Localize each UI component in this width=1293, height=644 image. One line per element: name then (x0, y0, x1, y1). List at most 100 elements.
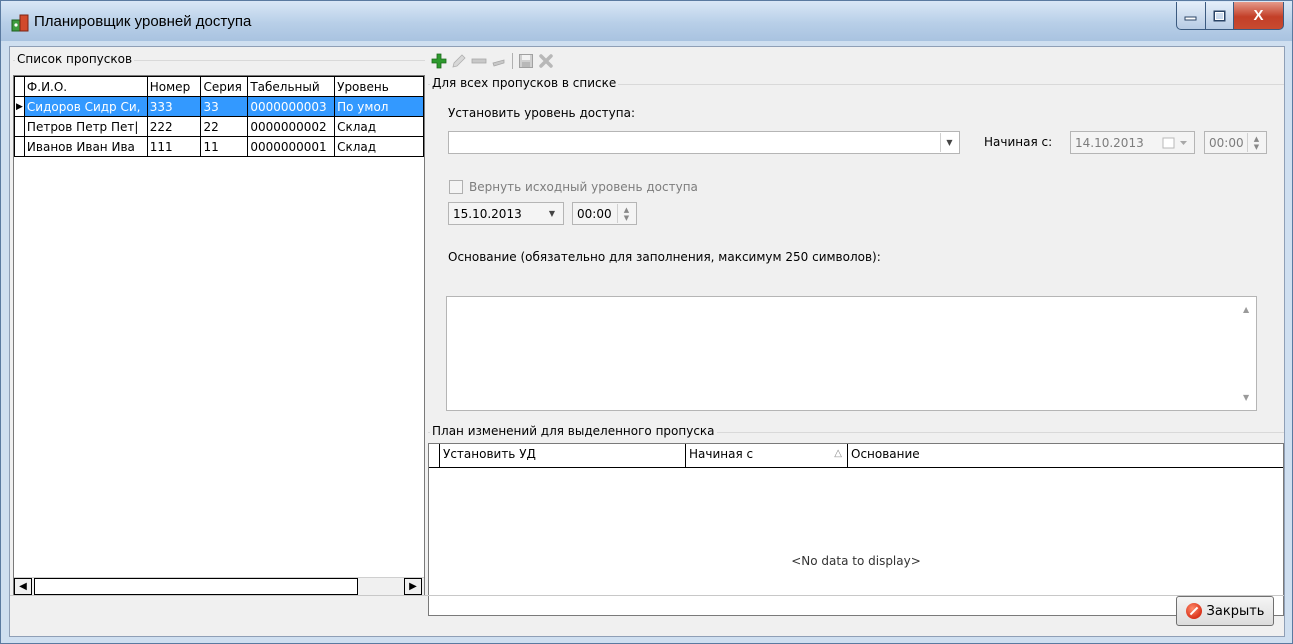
maximize-button[interactable] (1206, 2, 1234, 30)
all-passes-group: Для всех пропусков в списке Установить у… (428, 75, 1284, 625)
close-button[interactable]: Закрыть (1176, 596, 1274, 626)
plan-grid-header: Установить УД Начиная с △ Основание (429, 444, 1283, 468)
cell-series[interactable]: 22 (200, 116, 249, 137)
revert-time-value: 00:00 (577, 207, 612, 221)
close-button-label: Закрыть (1206, 603, 1265, 619)
table-row[interactable]: ▶ Сидоров Сидр Си, 333 33 0000000003 По … (14, 96, 424, 117)
cell-series[interactable]: 33 (200, 96, 249, 117)
column-header-level[interactable]: Уровень (334, 76, 424, 97)
column-header-reason[interactable]: Основание (848, 444, 1283, 467)
cancel-button[interactable] (536, 51, 556, 71)
pass-table-header: Ф.И.О. Номер Серия Табельный Уровень (14, 76, 424, 97)
reason-textarea[interactable]: ▲ ▼ (446, 296, 1257, 411)
minimize-button[interactable] (1176, 2, 1206, 30)
cell-series[interactable]: 11 (200, 136, 249, 157)
cell-number[interactable]: 333 (146, 96, 202, 117)
cell-fio[interactable]: Петров Петр Пет| (23, 116, 148, 137)
scroll-right-button[interactable]: ▶ (404, 578, 422, 595)
minimize-icon (1184, 16, 1197, 20)
plan-title: План изменений для выделенного пропуска (430, 424, 717, 438)
row-indicator-icon: ▶ (14, 96, 25, 117)
cell-number[interactable]: 111 (146, 136, 202, 157)
pencil-icon (452, 54, 466, 68)
eraser-icon (492, 59, 505, 67)
textarea-scrollbar[interactable]: ▲ ▼ (1239, 297, 1256, 410)
window-close-button[interactable]: X (1234, 2, 1284, 30)
title-bar[interactable]: Планировщик уровней доступа X (1, 1, 1292, 41)
all-passes-title: Для всех пропусков в списке (430, 76, 619, 90)
reason-label: Основание (обязательно для заполнения, м… (448, 250, 881, 264)
column-header-set-level[interactable]: Установить УД (440, 444, 686, 467)
close-circle-icon (1185, 603, 1202, 619)
cell-tab[interactable]: 0000000003 (247, 96, 336, 117)
start-time-value: 00:00 (1209, 136, 1244, 150)
clear-button[interactable] (489, 51, 509, 71)
revert-label: Вернуть исходный уровень доступа (469, 180, 698, 194)
set-level-label: Установить уровень доступа: (448, 106, 636, 120)
cell-level[interactable]: По умол (334, 96, 424, 117)
horizontal-scrollbar[interactable]: ◀ ▶ (14, 577, 424, 595)
close-icon: X (1253, 7, 1264, 24)
plan-grid[interactable]: Установить УД Начиная с △ Основание <No … (428, 443, 1284, 616)
calendar-dropdown-icon[interactable] (1159, 133, 1193, 152)
cell-tab[interactable]: 0000000001 (247, 136, 336, 157)
column-header-fio[interactable]: Ф.И.О. (23, 76, 148, 97)
add-button[interactable] (429, 51, 449, 71)
column-header-tab[interactable]: Табельный (247, 76, 336, 97)
edit-button[interactable] (449, 51, 469, 71)
scroll-right-icon: ▶ (409, 581, 417, 592)
save-icon (519, 54, 533, 68)
scroll-left-button[interactable]: ◀ (14, 578, 32, 595)
cell-level[interactable]: Склад (334, 136, 424, 157)
window-title: Планировщик уровней доступа (34, 13, 252, 30)
footer-divider (10, 595, 1284, 596)
cell-fio[interactable]: Сидоров Сидр Си, (23, 96, 148, 117)
chevron-down-icon[interactable]: ▼ (940, 133, 958, 152)
column-header-series[interactable]: Серия (200, 76, 249, 97)
remove-button[interactable] (469, 51, 489, 71)
scroll-thumb[interactable] (34, 578, 358, 595)
revert-time-field[interactable]: 00:00 ▲ ▼ (572, 202, 637, 225)
cell-fio[interactable]: Иванов Иван Ива (23, 136, 148, 157)
column-header-start-label: Начиная с (689, 447, 754, 461)
chevron-down-icon[interactable]: ▼ (543, 204, 561, 223)
start-time-field[interactable]: 00:00 ▲ ▼ (1204, 131, 1267, 154)
pass-table: Ф.И.О. Номер Серия Табельный Уровень ▶ С… (14, 76, 424, 157)
column-header-number[interactable]: Номер (146, 76, 202, 97)
pass-list-group: Список пропусков Ф.И.О. Номер Серия Табе… (13, 53, 425, 596)
cell-number[interactable]: 222 (146, 116, 202, 137)
cell-level[interactable]: Склад (334, 116, 424, 137)
revert-checkbox[interactable] (449, 180, 463, 194)
toolbar-separator (512, 53, 513, 69)
plan-header-indicator (429, 444, 440, 467)
start-date-picker[interactable]: 14.10.2013 (1070, 131, 1195, 154)
row-indicator (14, 136, 25, 157)
save-button[interactable] (516, 51, 536, 71)
column-header-start[interactable]: Начиная с △ (686, 444, 848, 467)
scroll-up-icon[interactable]: ▲ (1243, 305, 1249, 314)
app-icon (11, 14, 29, 32)
toolbar (429, 50, 556, 72)
start-time-spinner-icon[interactable]: ▲ ▼ (1247, 133, 1265, 152)
empty-grid-message: <No data to display> (791, 554, 921, 568)
planner-window: Планировщик уровней доступа X Список про… (0, 0, 1293, 644)
scroll-down-icon[interactable]: ▼ (1243, 393, 1249, 402)
sort-ascending-icon: △ (834, 448, 842, 459)
minus-icon (471, 58, 487, 64)
start-date-value: 14.10.2013 (1075, 136, 1144, 150)
table-row[interactable]: Петров Петр Пет| 222 22 0000000002 Склад (14, 116, 424, 137)
scroll-left-icon: ◀ (19, 581, 27, 592)
pass-list-title: Список пропусков (15, 52, 135, 66)
maximize-icon (1213, 10, 1225, 21)
client-area: Список пропусков Ф.И.О. Номер Серия Табе… (9, 46, 1285, 637)
revert-date-value: 15.10.2013 (453, 207, 522, 221)
row-indicator (14, 116, 25, 137)
cell-tab[interactable]: 0000000002 (247, 116, 336, 137)
table-row[interactable]: Иванов Иван Ива 111 11 0000000001 Склад (14, 136, 424, 157)
access-level-select[interactable]: ▼ (448, 131, 960, 154)
pass-grid[interactable]: Ф.И.О. Номер Серия Табельный Уровень ▶ С… (13, 75, 425, 596)
cancel-icon (539, 54, 553, 68)
revert-date-picker[interactable]: 15.10.2013 ▼ (448, 202, 564, 225)
revert-time-spinner-icon[interactable]: ▲ ▼ (617, 204, 635, 223)
start-label: Начиная с: (984, 135, 1053, 149)
